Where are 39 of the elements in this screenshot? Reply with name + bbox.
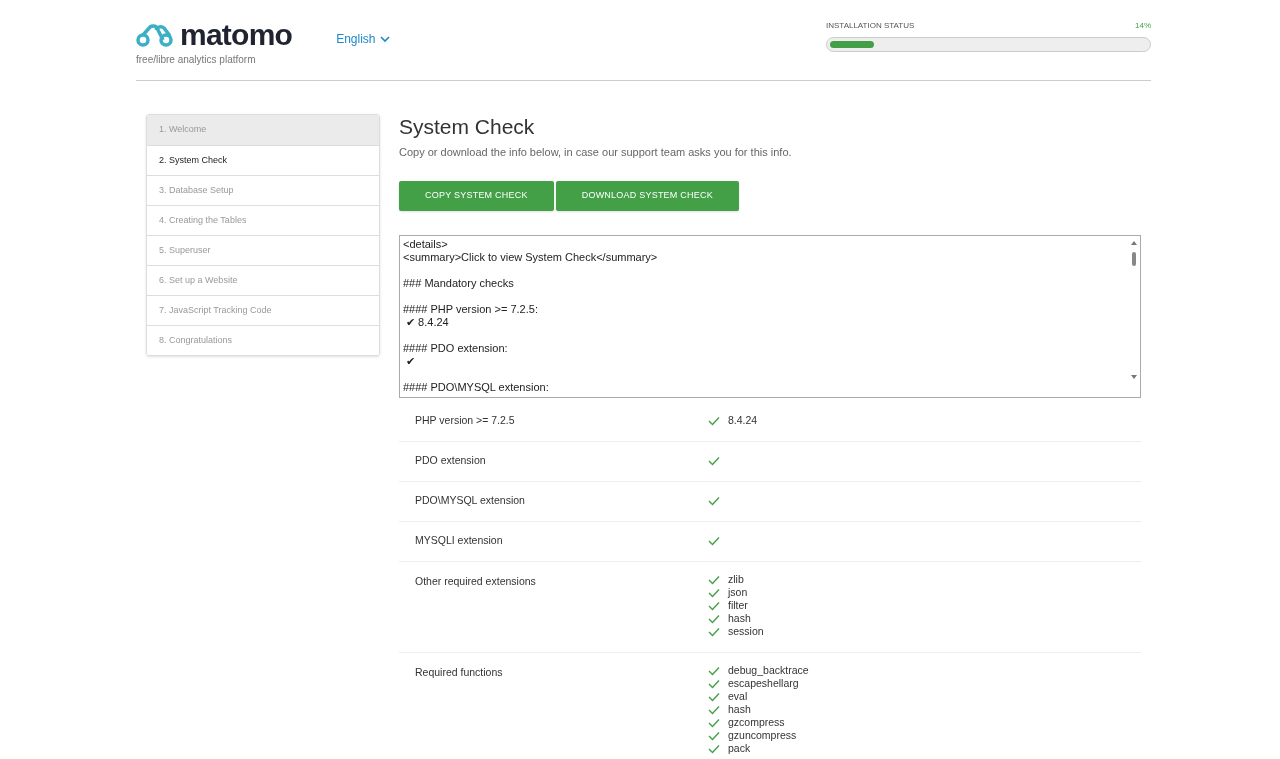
status-label: INSTALLATION STATUS: [826, 20, 915, 32]
step-item: 8. Congratulations: [147, 325, 379, 355]
check-value: gzcompress: [728, 715, 785, 731]
download-button[interactable]: DOWNLOAD SYSTEM CHECK: [555, 180, 739, 211]
status-percent: 14%: [1135, 20, 1151, 32]
check-value: session: [728, 624, 764, 640]
page-title: System Check: [399, 114, 536, 140]
check-value: eval: [728, 689, 748, 705]
step-item: 2. System Check: [147, 145, 379, 175]
check-value: 8.4.24: [728, 412, 758, 428]
tagline: free/libre analytics platform: [136, 53, 257, 67]
check-value: filter: [728, 598, 748, 614]
step-item: 5. Superuser: [147, 235, 379, 265]
check-value: hash: [728, 611, 751, 627]
system-check-textarea[interactable]: <details> <summary>Click to view System Check</summary> ### Mandatory checks #### PHP version >= 7.2.5: ✔ 8.4.24 #### PDO extension: ✔ #### PDO\MYSQL extension:: [399, 234, 1141, 398]
check-value: hash: [728, 702, 751, 718]
check-value: json: [728, 585, 748, 601]
check-label: PDO extension: [415, 453, 487, 469]
check-value: debug_backtrace: [728, 663, 809, 679]
check-label: PDO\MYSQL extension: [415, 493, 526, 509]
chevron-down-icon: [379, 35, 390, 43]
step-item: 1. Welcome: [147, 115, 379, 145]
step-item: 6. Set up a Website: [147, 265, 379, 295]
check-label: Required functions: [415, 664, 504, 680]
copy-button[interactable]: COPY SYSTEM CHECK: [399, 180, 554, 211]
logo-text: matomo: [180, 20, 293, 50]
check-label: PHP version >= 7.2.5: [415, 412, 516, 428]
description: Copy or download the info below, in case our support team asks you for this info.: [399, 145, 793, 160]
logo-icon: [136, 22, 176, 48]
check-value: zlib: [728, 572, 744, 588]
check-value: gzuncompress: [728, 728, 797, 744]
step-item: 4. Creating the Tables: [147, 205, 379, 235]
step-item: 3. Database Setup: [147, 175, 379, 205]
check-label: MYSQLI extension: [415, 533, 504, 549]
check-value: escapeshellarg: [728, 676, 799, 692]
language-dropdown[interactable]: English: [336, 30, 390, 48]
check-label: Other required extensions: [415, 573, 537, 589]
step-item: 7. JavaScript Tracking Code: [147, 295, 379, 325]
check-value: pack: [728, 741, 751, 757]
